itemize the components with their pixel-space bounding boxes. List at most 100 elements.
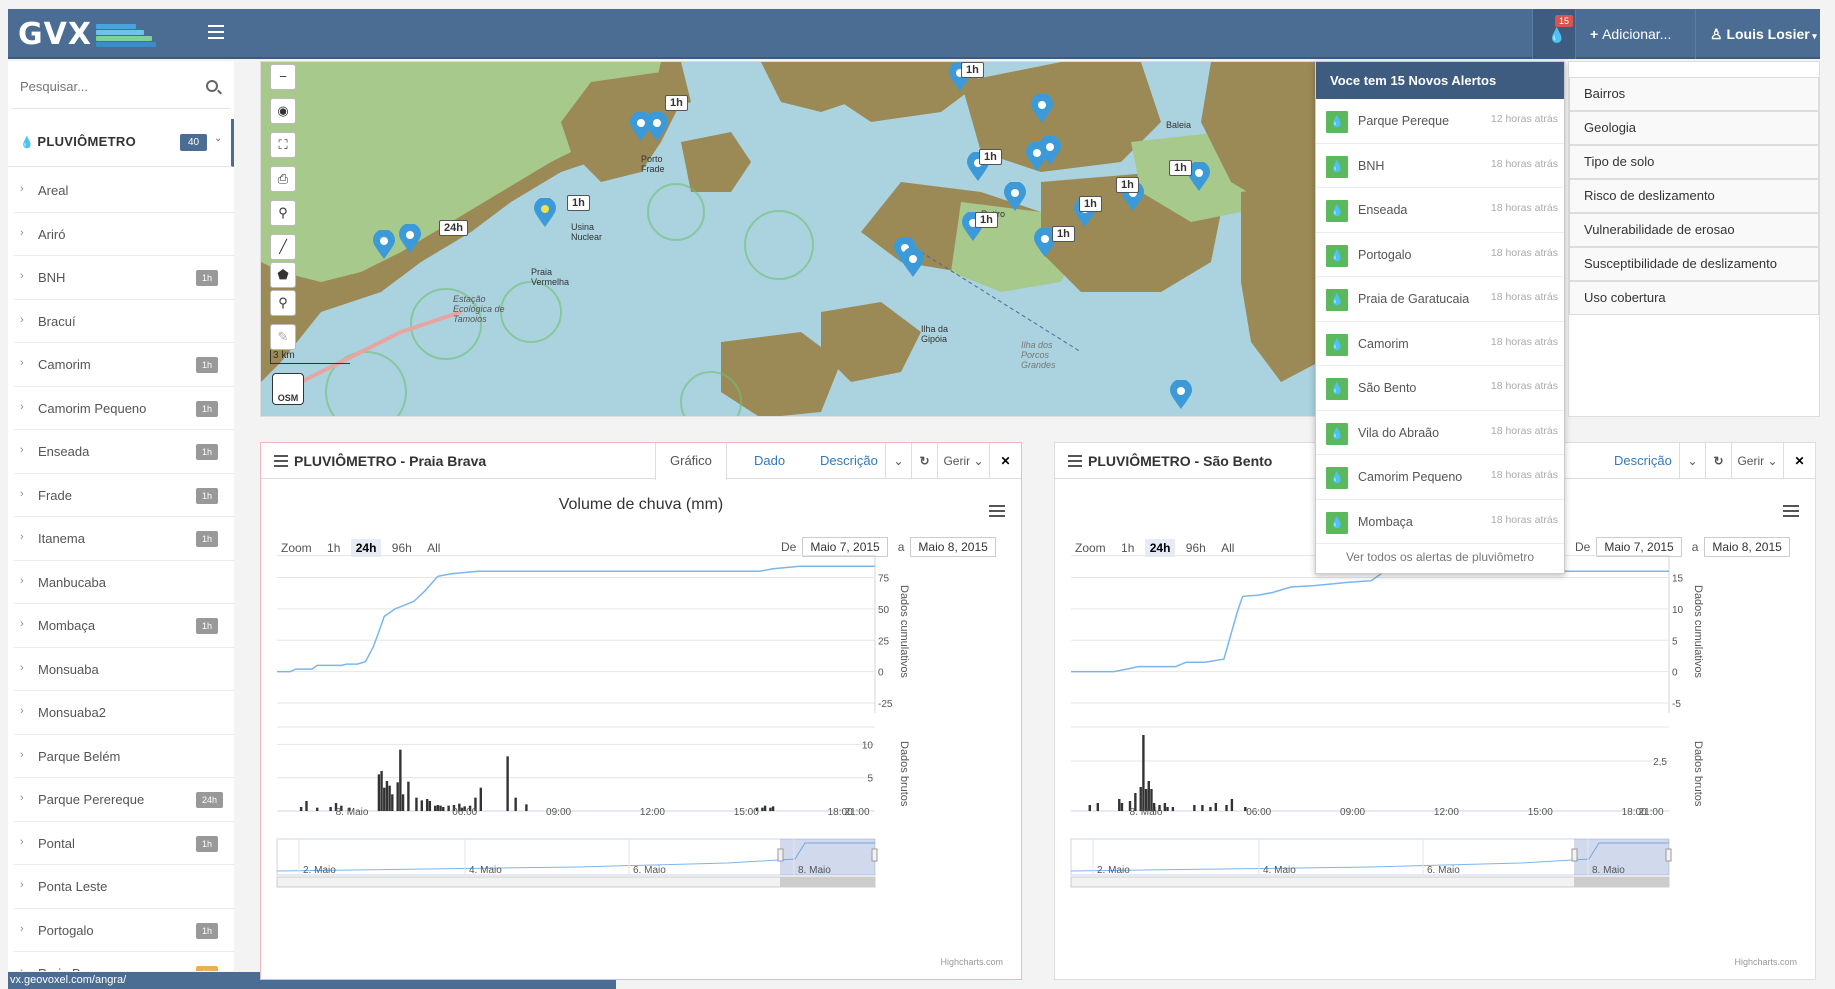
rain-bar <box>1171 807 1175 811</box>
view-all-alerts-link[interactable]: Ver todos os alertas de pluviômetro <box>1316 541 1564 573</box>
navigator-label: 8. Maio <box>798 865 831 876</box>
sidebar-item[interactable]: › Camorim 1h <box>14 343 234 387</box>
alert-item[interactable]: 💧 Camorim 18 horas atrás <box>1316 322 1564 366</box>
map-view[interactable]: Usina Nuclear Porto Frade Estação Ecológ… <box>260 61 1318 417</box>
layer-vulnerabilidade-erosao[interactable]: Vulnerabilidade de erosao <box>1569 213 1819 247</box>
sidebar-item[interactable]: › Itanema 1h <box>14 517 234 561</box>
logo[interactable]: GVX <box>18 17 156 52</box>
alert-time: 18 horas atrás <box>1490 424 1558 437</box>
sidebar-item[interactable]: › Parque Belém <box>14 735 234 778</box>
alert-item[interactable]: 💧 Mombaça 18 horas atrás <box>1316 500 1564 544</box>
navigator-label: 6. Maio <box>633 865 666 876</box>
pluviometer-section-header[interactable]: 💧 PLUVIÔMETRO 40 ⌄ <box>8 119 234 167</box>
grid-line <box>277 555 875 556</box>
search-box <box>12 71 230 109</box>
sidebar-item[interactable]: › Bracuí <box>14 300 234 343</box>
map-marker[interactable] <box>901 248 925 278</box>
fullscreen-icon[interactable]: ⛶ <box>270 132 296 158</box>
draw-marker-icon[interactable]: ⚲ <box>270 290 296 316</box>
time-badge: 1h <box>196 922 219 939</box>
layer-susceptibilidade-deslizamento[interactable]: Susceptibilidade de deslizamento <box>1569 247 1819 281</box>
alert-item[interactable]: 💧 Portogalo 18 horas atrás <box>1316 233 1564 277</box>
map-marker[interactable] <box>398 224 422 254</box>
alert-item[interactable]: 💧 Enseada 18 horas atrás <box>1316 188 1564 233</box>
layer-bairros[interactable]: Bairros <box>1569 77 1819 111</box>
section-count-badge: 40 <box>180 134 208 151</box>
globe-icon[interactable]: ◉ <box>270 98 296 124</box>
map-marker[interactable] <box>533 198 557 228</box>
sidebar-item[interactable]: › Enseada 1h <box>14 430 234 474</box>
print-icon[interactable]: ⎙ <box>270 166 296 192</box>
alerts-button[interactable]: 💧 15 <box>1532 9 1576 59</box>
marker-icon[interactable]: ⚲ <box>270 200 296 226</box>
x-tick-label: 06:00 <box>1246 807 1271 818</box>
edit-icon[interactable]: ✎ <box>270 324 296 350</box>
sidebar-item[interactable]: › Mombaça 1h <box>14 604 234 648</box>
map-marker[interactable] <box>1030 94 1054 124</box>
map-label: Porto Frade <box>641 154 665 174</box>
search-input[interactable] <box>12 71 192 101</box>
sidebar-item[interactable]: › Manbucaba <box>14 561 234 604</box>
y-tick-label: -25 <box>878 699 893 710</box>
rain-bar <box>1209 807 1212 811</box>
map-time-tag: 1h <box>979 149 1002 165</box>
sidebar-item[interactable]: › Frade 1h <box>14 474 234 517</box>
map-marker[interactable] <box>645 112 669 142</box>
map-marker[interactable] <box>1169 380 1193 410</box>
y-tick-label: 15 <box>1672 574 1684 585</box>
y-axis-title: Dados brutos <box>1692 741 1704 807</box>
map-time-tag: 1h <box>1116 177 1139 193</box>
sidebar-item[interactable]: › Pontal 1h <box>14 822 234 865</box>
zoom-out-button[interactable]: − <box>270 64 296 90</box>
alert-time: 12 horas atrás <box>1490 113 1558 125</box>
map-time-tag: 24h <box>439 220 468 236</box>
chevron-down-icon[interactable]: ⌄ <box>214 133 222 144</box>
alert-time: 18 horas atrás <box>1490 157 1558 170</box>
alert-item[interactable]: 💧 São Bento 18 horas atrás <box>1316 366 1564 411</box>
time-badge: 1h <box>196 357 219 373</box>
draw-polygon-icon[interactable]: ⬟ <box>270 262 296 288</box>
layer-uso-cobertura[interactable]: Uso cobertura <box>1569 281 1819 315</box>
rain-bar <box>420 800 424 811</box>
sidebar-item[interactable]: › Monsuaba <box>14 648 234 691</box>
map-marker[interactable] <box>1003 182 1027 212</box>
layer-tipo-de-solo[interactable]: Tipo de solo <box>1569 145 1819 179</box>
map-marker[interactable] <box>372 230 396 260</box>
alert-station-name: Camorim <box>1358 336 1409 351</box>
sidebar-item[interactable]: › Camorim Pequeno 1h <box>14 387 234 430</box>
alert-item[interactable]: 💧 Praia de Garatucaia 18 horas atrás <box>1316 277 1564 322</box>
alerts-count-badge: 15 <box>1555 15 1574 27</box>
rain-bar <box>399 749 402 811</box>
sidebar-item[interactable]: › Ponta Leste <box>14 865 234 909</box>
search-icon[interactable] <box>206 80 218 92</box>
alert-item[interactable]: 💧 BNH 18 horas atrás <box>1316 144 1564 188</box>
sidebar-item[interactable]: › Ariró <box>14 213 234 256</box>
map-marker[interactable] <box>1038 136 1062 166</box>
layer-risco-deslizamento[interactable]: Risco de deslizamento <box>1569 179 1819 213</box>
rain-bar <box>771 806 775 811</box>
user-name: Louis Losier <box>1726 26 1810 42</box>
sidebar-item[interactable]: › Parque Perereque 24h <box>14 778 234 822</box>
layer-geologia[interactable]: Geologia <box>1569 111 1819 145</box>
alert-item[interactable]: 💧 Vila do Abraão 18 horas atrás <box>1316 411 1564 455</box>
alert-item[interactable]: 💧 Parque Pereque 12 horas atrás <box>1316 99 1564 144</box>
rain-bar <box>1230 799 1234 811</box>
sidebar-item[interactable]: › Portogalo 1h <box>14 909 234 952</box>
plus-icon: + <box>1590 26 1603 42</box>
draw-line-icon[interactable]: ╱ <box>270 234 296 260</box>
sidebar-item-label: Portogalo <box>38 922 94 938</box>
sidebar-toggle-button[interactable] <box>208 25 224 39</box>
navigator-handle <box>1571 848 1578 862</box>
sidebar-item[interactable]: › BNH 1h <box>14 256 234 300</box>
add-button[interactable]: + Adicionar... <box>1576 9 1696 59</box>
chevron-right-icon: › <box>20 618 24 630</box>
sidebar-item[interactable]: › Monsuaba2 <box>14 691 234 735</box>
sidebar-item[interactable]: › Praia Brava 1h <box>14 952 234 971</box>
sidebar-item[interactable]: › Areal <box>14 169 234 213</box>
alert-item[interactable]: 💧 Camorim Pequeno 18 horas atrás <box>1316 455 1564 500</box>
user-menu-button[interactable]: ♙ Louis Losier ▾ <box>1696 9 1820 59</box>
navigator-label: 6. Maio <box>1427 865 1460 876</box>
droplet-icon: 💧 <box>1326 333 1348 356</box>
osm-layer-button[interactable]: OSM <box>272 373 304 405</box>
map-label: Estação Ecológica de Tamoios <box>453 294 505 324</box>
